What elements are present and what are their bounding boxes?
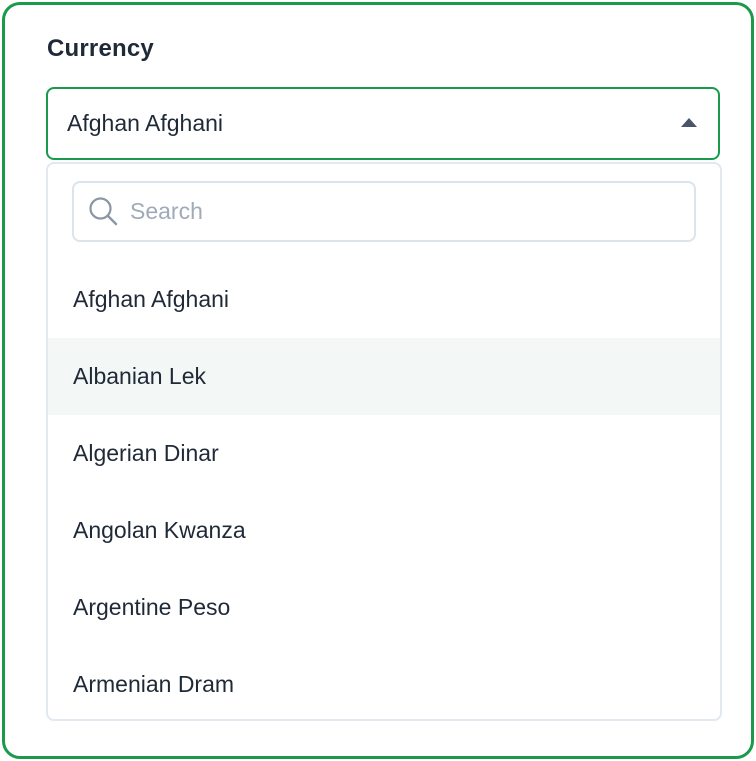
dropdown-menu: Afghan Afghani Albanian Lek Algerian Din… [46,162,722,721]
currency-select[interactable]: Afghan Afghani [46,87,720,160]
option-argentine-peso[interactable]: Argentine Peso [48,569,720,646]
option-angolan-kwanza[interactable]: Angolan Kwanza [48,492,720,569]
field-label: Currency [47,35,154,62]
option-albanian-lek[interactable]: Albanian Lek [48,338,720,415]
option-algerian-dinar[interactable]: Algerian Dinar [48,415,720,492]
caret-up-icon[interactable] [681,118,697,127]
selected-value: Afghan Afghani [67,110,224,136]
option-armenian-dram[interactable]: Armenian Dram [48,646,720,719]
search-icon [89,197,118,226]
option-afghan-afghani[interactable]: Afghan Afghani [48,261,720,338]
search-box[interactable] [72,181,696,242]
options-list: Afghan Afghani Albanian Lek Algerian Din… [48,261,720,719]
currency-card: Currency Afghan Afghani Afghan Afghani A… [2,2,754,759]
search-input[interactable] [130,193,670,229]
